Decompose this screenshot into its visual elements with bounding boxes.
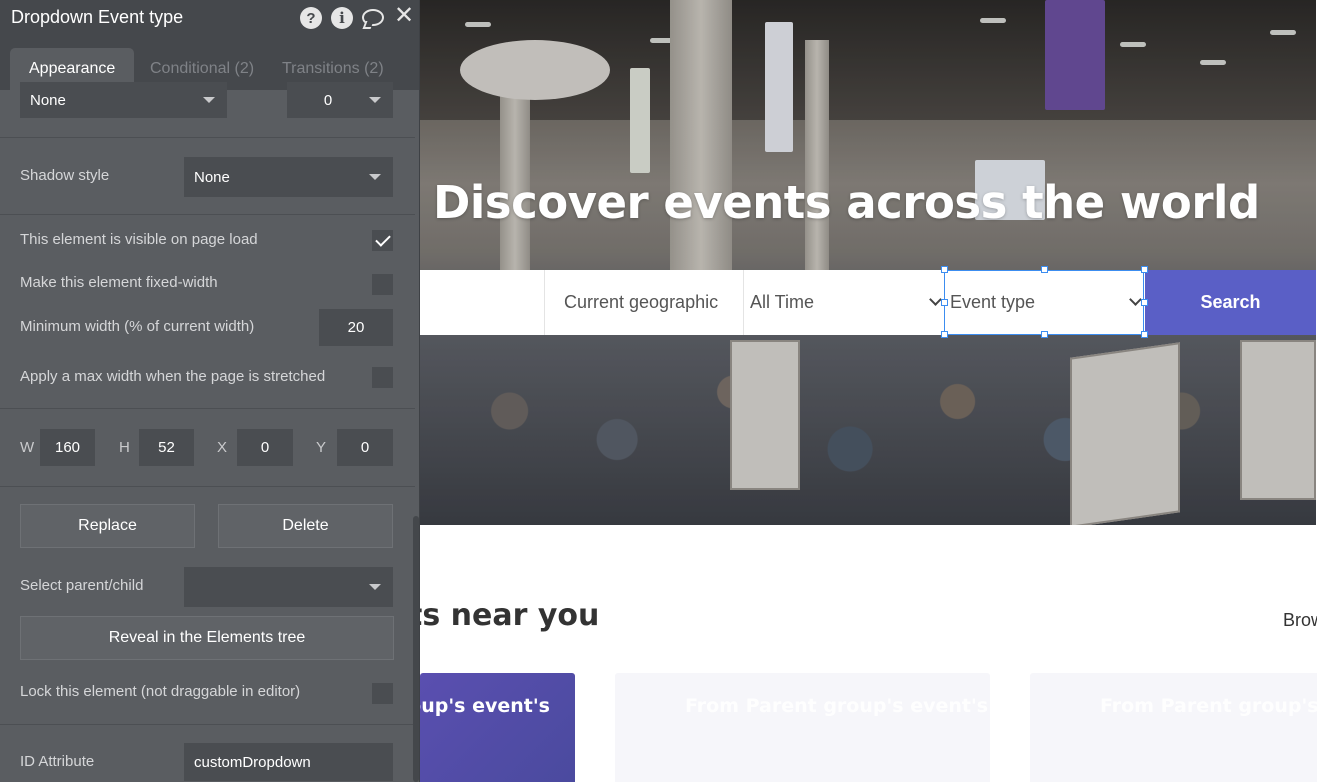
event-card[interactable]: From Parent group's event's	[615, 673, 990, 782]
border-style-value: None	[30, 91, 66, 109]
resize-handle-bottom-left[interactable]	[941, 331, 948, 338]
caret-down-icon	[369, 174, 381, 180]
chevron-down-icon	[929, 293, 942, 306]
caret-down-icon	[369, 97, 381, 103]
shadow-style-value: None	[194, 168, 230, 186]
editor-canvas[interactable]: Discover events across the world Current…	[420, 0, 1317, 782]
property-editor-panel: Dropdown Event type ? i ✕ Appearance Con…	[0, 0, 420, 782]
chevron-down-icon	[1129, 293, 1142, 306]
location-input-text: Current geographic	[564, 292, 719, 312]
lock-element-label: Lock this element (not draggable in edit…	[20, 683, 301, 700]
resize-handle-bottom-right[interactable]	[1141, 331, 1148, 338]
resize-handle-top-left[interactable]	[941, 266, 948, 273]
lock-element-checkbox[interactable]	[372, 683, 393, 704]
width-label: W	[20, 439, 35, 456]
select-parent-dropdown[interactable]	[184, 567, 393, 607]
replace-button[interactable]: Replace	[20, 504, 195, 548]
panel-title: Dropdown Event type	[11, 7, 184, 27]
id-attribute-label: ID Attribute	[20, 753, 95, 770]
x-label: X	[217, 439, 228, 456]
divider	[0, 137, 415, 138]
hero-title: Discover events across the world	[433, 176, 1260, 229]
visible-on-load-checkbox[interactable]	[372, 230, 393, 251]
location-input[interactable]: Current geographic	[544, 270, 744, 335]
width-input[interactable]: 160	[40, 429, 95, 466]
y-input[interactable]: 0	[337, 429, 393, 466]
min-width-input[interactable]: 20	[319, 309, 393, 346]
x-input[interactable]: 0	[237, 429, 293, 466]
delete-button[interactable]: Delete	[218, 504, 393, 548]
divider	[0, 724, 415, 725]
browse-link[interactable]: Brow	[1283, 610, 1317, 631]
event-card[interactable]: From Parent group's e	[1030, 673, 1317, 782]
resize-handle-top-right[interactable]	[1141, 266, 1148, 273]
border-width-value: 0	[323, 91, 333, 109]
section-title: ts near you	[420, 598, 600, 633]
event-card-title: From Parent group's e	[1100, 695, 1317, 717]
event-card-title: oup's event's	[420, 695, 550, 717]
divider	[0, 214, 415, 215]
hero-overlay	[420, 0, 1316, 525]
event-card-title: From Parent group's event's	[685, 695, 989, 717]
panel-scrollbar[interactable]	[413, 516, 419, 782]
visible-on-load-label: This element is visible on page load	[20, 231, 258, 248]
reveal-in-tree-button[interactable]: Reveal in the Elements tree	[20, 616, 394, 660]
event-type-dropdown[interactable]: Event type	[944, 270, 1144, 335]
id-attribute-input[interactable]: customDropdown	[184, 743, 393, 781]
resize-handle-left[interactable]	[941, 299, 948, 306]
max-width-label: Apply a max width when the page is stret…	[20, 368, 326, 385]
panel-header[interactable]: Dropdown Event type ? i ✕	[0, 0, 419, 38]
fixed-width-label: Make this element fixed-width	[20, 274, 218, 291]
info-icon[interactable]: i	[331, 7, 353, 29]
divider	[0, 408, 415, 409]
time-dropdown-value: All Time	[750, 292, 815, 312]
caret-down-icon	[369, 584, 381, 590]
resize-handle-top[interactable]	[1041, 266, 1048, 273]
resize-handle-right[interactable]	[1141, 299, 1148, 306]
help-icon[interactable]: ?	[300, 7, 322, 29]
hero-section[interactable]: Discover events across the world Current…	[420, 0, 1316, 525]
max-width-checkbox[interactable]	[372, 367, 393, 388]
select-parent-label: Select parent/child	[20, 577, 144, 594]
divider	[0, 486, 415, 487]
event-type-dropdown-value: Event type	[950, 292, 1036, 312]
shadow-style-label: Shadow style	[20, 167, 110, 184]
search-button[interactable]: Search	[1145, 270, 1316, 335]
border-width-dropdown[interactable]: 0	[287, 82, 393, 118]
event-card[interactable]: oup's event's	[420, 673, 575, 782]
height-label: H	[119, 439, 130, 456]
close-icon[interactable]: ✕	[394, 3, 414, 29]
y-label: Y	[316, 439, 327, 456]
caret-down-icon	[203, 97, 215, 103]
height-input[interactable]: 52	[139, 429, 194, 466]
border-style-dropdown[interactable]: None	[20, 82, 227, 118]
fixed-width-checkbox[interactable]	[372, 274, 393, 295]
resize-handle-bottom[interactable]	[1041, 331, 1048, 338]
time-dropdown[interactable]: All Time	[744, 270, 944, 335]
shadow-style-dropdown[interactable]: None	[184, 157, 393, 197]
search-bar: Current geographic All Time Event type S…	[420, 270, 1316, 335]
comment-icon[interactable]	[362, 9, 384, 26]
min-width-label: Minimum width (% of current width)	[20, 318, 255, 335]
